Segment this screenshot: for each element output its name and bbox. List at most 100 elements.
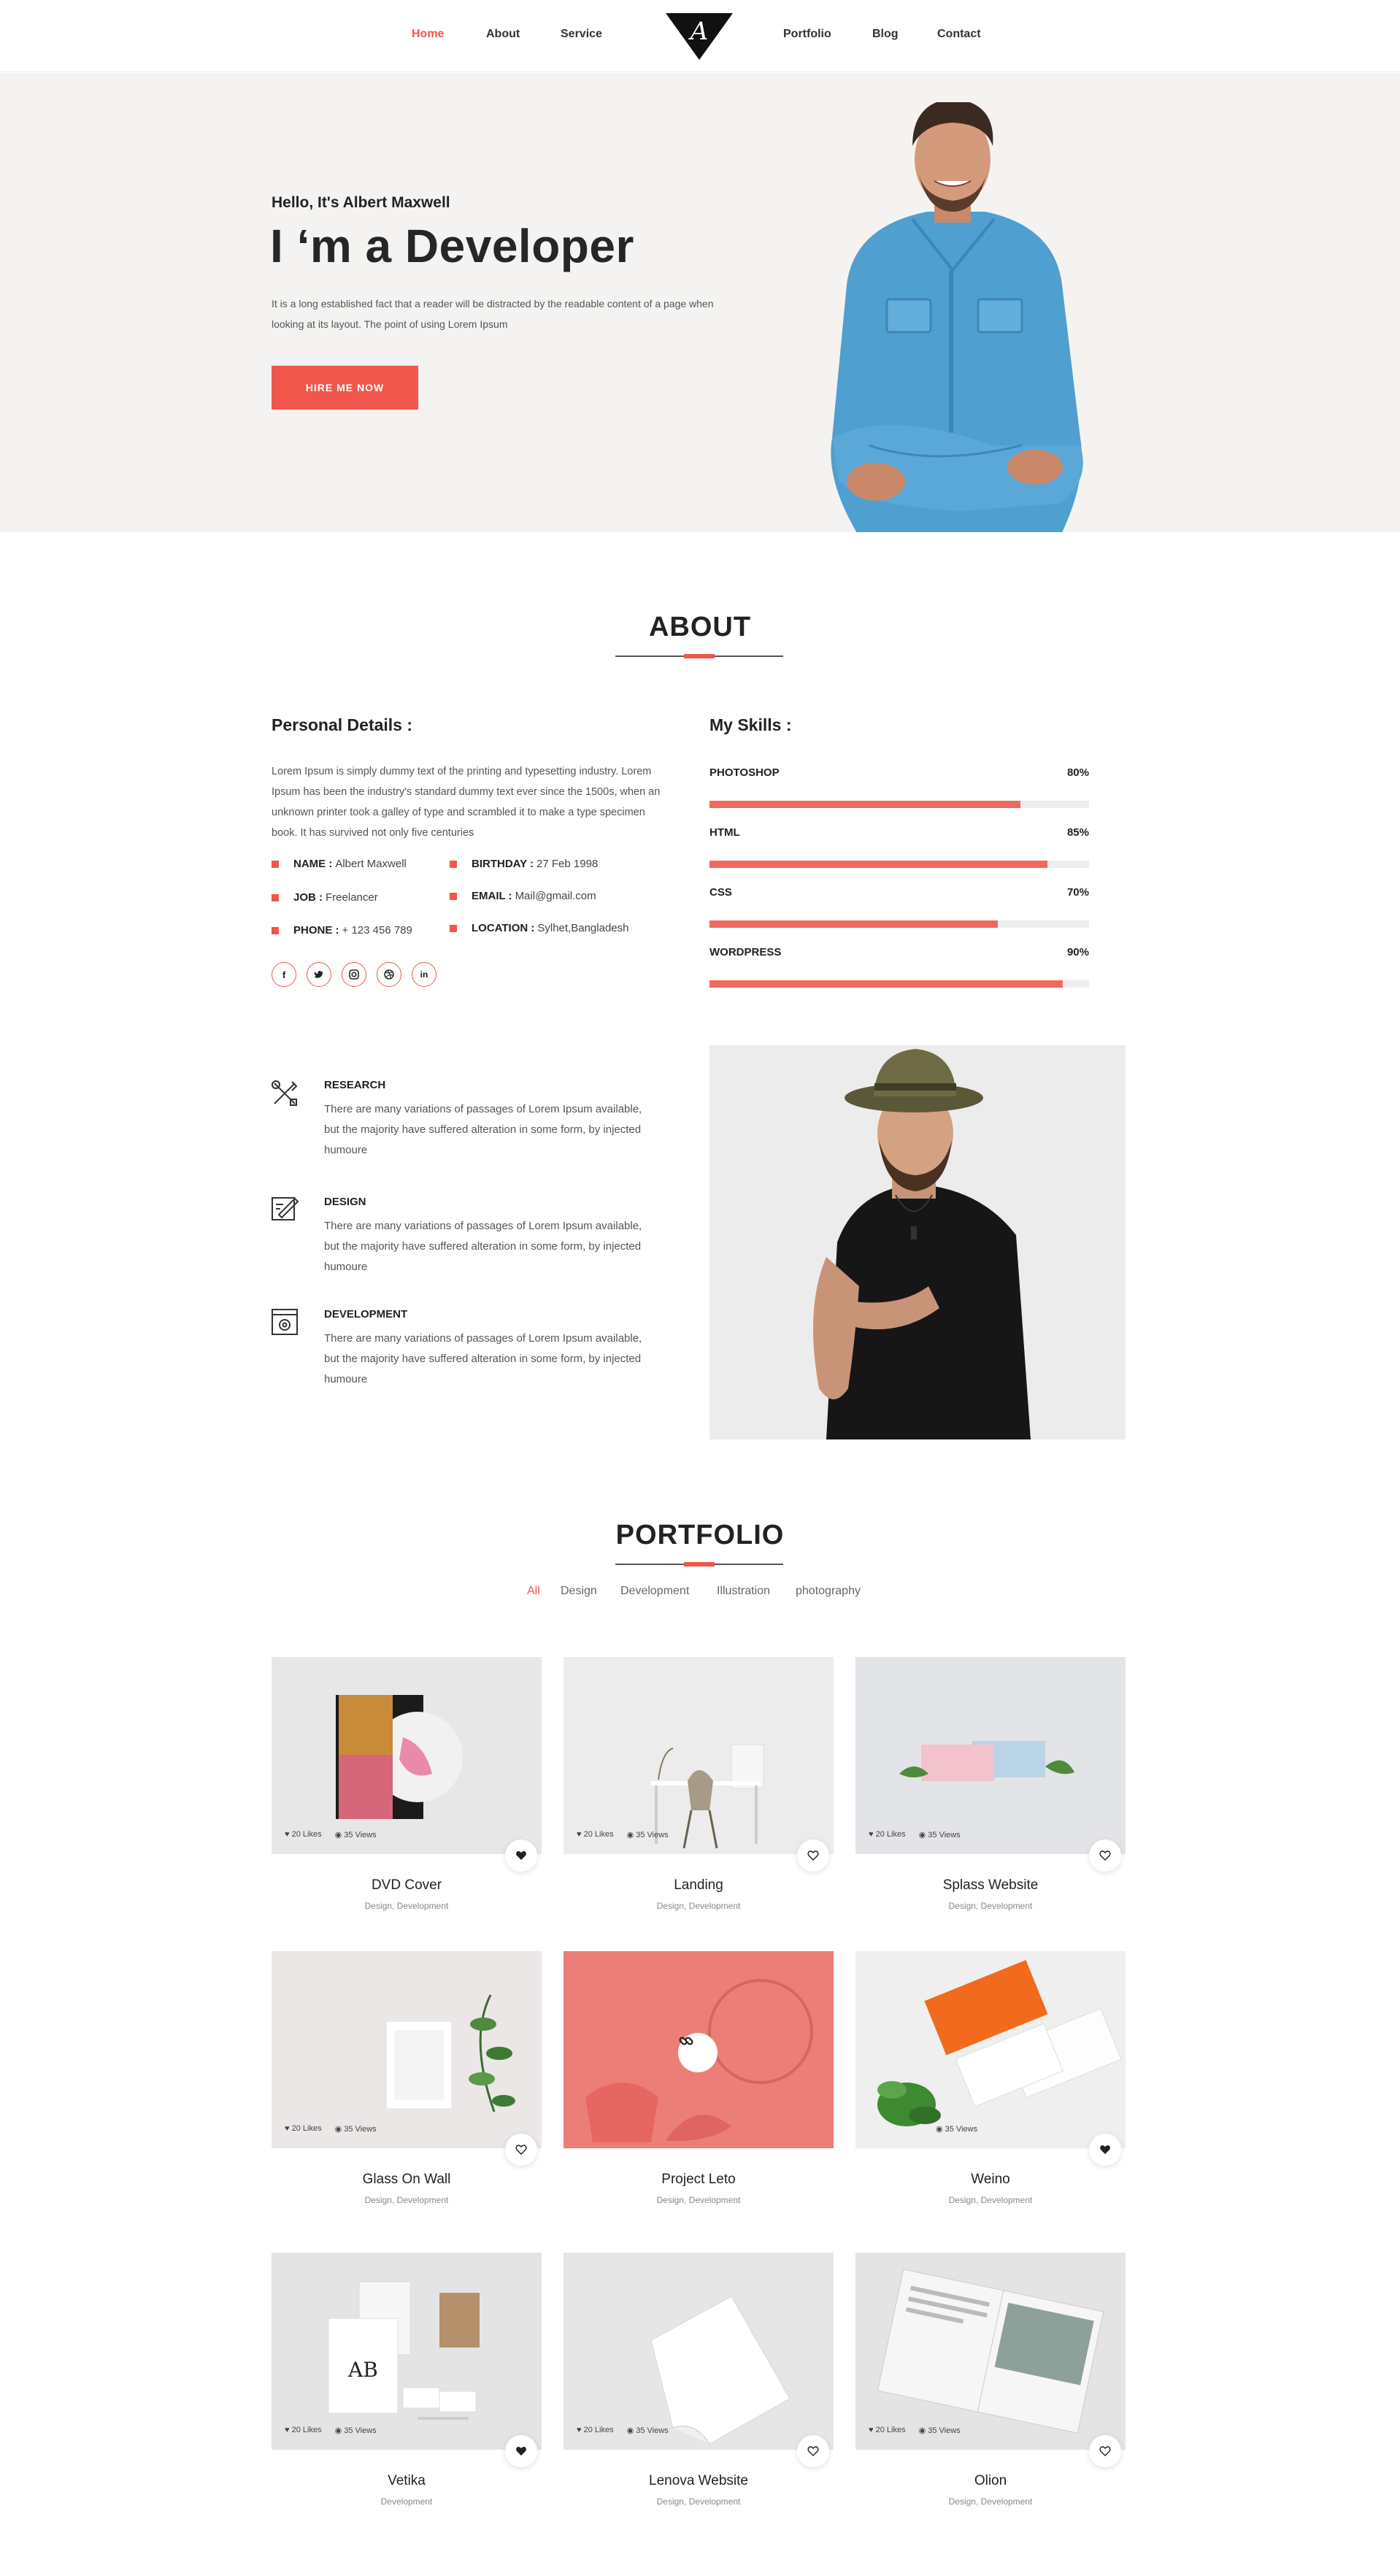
link-icon[interactable]: [678, 2033, 718, 2072]
filter-design[interactable]: Design: [561, 1585, 597, 1598]
skill-bar-fill: [709, 980, 1063, 988]
portfolio-card[interactable]: Project Leto Design, Development: [564, 1951, 834, 2205]
portfolio-stats: ♥ 20 Likes ◉ 35 Views: [869, 1830, 961, 1839]
portfolio-card[interactable]: ♥ 20 Likes ◉ 35 Views DVD Cover Design, …: [272, 1657, 542, 1911]
nav-contact[interactable]: Contact: [937, 28, 981, 41]
portfolio-card[interactable]: ♥ 20 Likes ◉ 35 Views Glass On Wall Desi…: [272, 1951, 542, 2205]
service-title: RESEARCH: [324, 1079, 386, 1091]
skill-bar: [709, 920, 1089, 928]
linkedin-icon[interactable]: in: [412, 962, 436, 987]
filter-development[interactable]: Development: [620, 1585, 689, 1598]
heart-icon[interactable]: [1089, 2134, 1121, 2166]
skill-percent: 70%: [1066, 886, 1089, 899]
portfolio-image[interactable]: AB ♥ 20 Likes ◉ 35 Views: [272, 2253, 542, 2450]
portfolio-card[interactable]: ♥ 20 Likes ◉ 35 Views Lenova Website Des…: [564, 2253, 834, 2507]
service-title: DESIGN: [324, 1196, 366, 1208]
portfolio-image[interactable]: [564, 1951, 834, 2148]
research-icon: [272, 1080, 298, 1106]
nav-blog[interactable]: Blog: [872, 28, 899, 41]
likes-count: ♥ 20 Likes: [285, 2124, 322, 2133]
personal-details-heading: Personal Details :: [272, 715, 413, 734]
dribbble-icon[interactable]: [377, 962, 401, 987]
portfolio-stats: ♥ 20 Likes ◉ 35 Views: [577, 1830, 669, 1839]
portfolio-image[interactable]: ♥ 20 Likes ◉ 35 Views: [855, 1657, 1126, 1854]
heart-icon[interactable]: [505, 2435, 537, 2467]
portfolio-item-name[interactable]: Project Leto: [564, 2172, 834, 2188]
views-count: ◉ 35 Views: [626, 1831, 669, 1839]
portfolio-item-name[interactable]: Splass Website: [855, 1877, 1126, 1893]
skill-bar: [709, 861, 1089, 868]
heart-outline-icon[interactable]: [797, 2435, 829, 2467]
skill-percent: 85%: [1066, 826, 1089, 839]
portfolio-image[interactable]: ♥ 20 Likes ◉ 35 Views: [564, 2253, 834, 2450]
skill-bar: [709, 980, 1089, 988]
about-title: ABOUT: [648, 612, 752, 642]
twitter-icon[interactable]: [307, 962, 331, 987]
portfolio-image[interactable]: ♥ 20 Likes ◉ 35 Views: [564, 1657, 834, 1854]
service-text: There are many variations of passages of…: [324, 1332, 642, 1385]
skill-name: HTML: [709, 826, 740, 839]
portfolio-item-name[interactable]: DVD Cover: [272, 1877, 542, 1893]
portfolio-item-name[interactable]: Olion: [855, 2473, 1126, 2489]
portfolio-item-name[interactable]: Glass On Wall: [272, 2172, 542, 2188]
instagram-icon[interactable]: [342, 962, 366, 987]
likes-count: ♥ 20 Likes: [577, 2426, 614, 2434]
about-title-accent: [684, 654, 715, 658]
skill-percent: 80%: [1066, 766, 1089, 779]
portfolio-item-category: Design, Development: [364, 2195, 449, 2205]
portfolio-item-name[interactable]: Vetika: [272, 2473, 542, 2489]
portfolio-card[interactable]: ♥ 20 Likes ◉ 35 Views Olion Design, Deve…: [855, 2253, 1126, 2507]
portfolio-item-category: Development: [380, 2496, 433, 2507]
hire-me-button[interactable]: HIRE ME NOW: [272, 366, 418, 410]
heart-outline-icon[interactable]: [1089, 1839, 1121, 1872]
portfolio-card[interactable]: ♥ 20 Likes ◉ 35 Views Landing Design, De…: [564, 1657, 834, 1911]
portfolio-card[interactable]: ♥ 20 Likes ◉ 35 Views Splass Website Des…: [855, 1657, 1126, 1911]
skill-bar-fill: [709, 861, 1047, 868]
skills-heading: My Skills :: [709, 715, 792, 734]
portfolio-image[interactable]: ◉ 35 Views: [855, 1951, 1126, 2148]
portfolio-item-category: Design, Development: [656, 1901, 741, 1911]
heart-outline-icon[interactable]: [505, 2134, 537, 2166]
likes-count: ♥ 20 Likes: [869, 2426, 906, 2434]
nav-portfolio[interactable]: Portfolio: [783, 28, 831, 41]
logo-icon[interactable]: A: [666, 13, 733, 61]
service-title: DEVELOPMENT: [324, 1308, 408, 1320]
filter-all[interactable]: All: [527, 1585, 540, 1598]
portfolio-item-name[interactable]: Landing: [564, 1877, 834, 1893]
facebook-icon[interactable]: f: [272, 962, 296, 987]
about-person-photo: [709, 1045, 1126, 1439]
skill-bar: [709, 801, 1089, 808]
portfolio-stats: ♥ 20 Likes ◉ 35 Views: [285, 1830, 377, 1839]
hero-section: Hello, It's Albert Maxwell I ‘m a Develo…: [0, 73, 1400, 532]
portfolio-item-category: Design, Development: [656, 2195, 741, 2205]
portfolio-stats: ♥ 20 Likes ◉ 35 Views: [285, 2124, 377, 2134]
heart-icon[interactable]: [505, 1839, 537, 1872]
views-count: ◉ 35 Views: [918, 1831, 961, 1839]
service-text: There are many variations of passages of…: [324, 1220, 642, 1273]
portfolio-image[interactable]: ♥ 20 Likes ◉ 35 Views: [272, 1657, 542, 1854]
nav-about[interactable]: About: [486, 28, 520, 41]
portfolio-item-name[interactable]: Weino: [855, 2172, 1126, 2188]
top-navigation: Home About Service A Portfolio Blog Cont…: [0, 0, 1400, 72]
skill-name: PHOTOSHOP: [709, 766, 780, 779]
heart-outline-icon[interactable]: [1089, 2435, 1121, 2467]
hero-person-image: [831, 102, 1083, 532]
heart-outline-icon[interactable]: [797, 1839, 829, 1872]
filter-illustration[interactable]: Illustration: [717, 1585, 770, 1598]
portfolio-image[interactable]: ♥ 20 Likes ◉ 35 Views: [272, 1951, 542, 2148]
portfolio-card[interactable]: AB ♥ 20 Likes ◉ 35 Views Vetika Developm…: [272, 2253, 542, 2507]
skill-bar-fill: [709, 801, 1021, 808]
nav-home[interactable]: Home: [412, 28, 444, 41]
portfolio-image[interactable]: ♥ 20 Likes ◉ 35 Views: [855, 2253, 1126, 2450]
portfolio-item-category: Design, Development: [364, 1901, 449, 1911]
detail-name: NAME : Albert Maxwell: [272, 858, 407, 870]
nav-service[interactable]: Service: [561, 28, 602, 41]
likes-count: ♥ 20 Likes: [577, 1830, 614, 1839]
portfolio-card[interactable]: ◉ 35 Views Weino Design, Development: [855, 1951, 1126, 2205]
portfolio-stats: ◉ 35 Views: [936, 2124, 977, 2134]
filter-photography[interactable]: photography: [796, 1585, 861, 1598]
portfolio-stats: ♥ 20 Likes ◉ 35 Views: [577, 2426, 669, 2435]
portfolio-item-name[interactable]: Lenova Website: [564, 2473, 834, 2489]
detail-location: LOCATION : Sylhet,Bangladesh: [450, 922, 628, 934]
detail-job: JOB : Freelancer: [272, 891, 378, 904]
